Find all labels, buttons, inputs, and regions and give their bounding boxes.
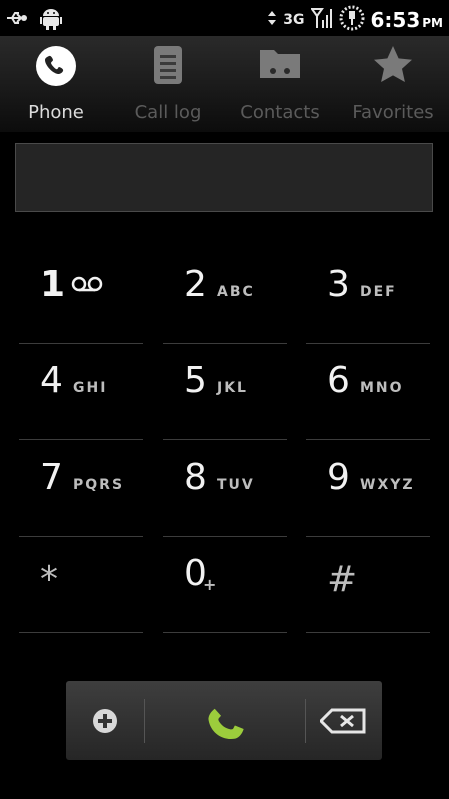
key-letters: MNO <box>360 380 404 396</box>
key-divider <box>163 632 287 633</box>
backspace-icon <box>318 708 366 738</box>
key-5[interactable]: 5 JKL <box>163 344 287 440</box>
key-0[interactable]: 0 + <box>163 537 287 633</box>
dialer-action-bar <box>66 681 382 760</box>
tab-label: Contacts <box>240 102 320 123</box>
key-divider <box>19 439 143 440</box>
call-icon <box>201 697 251 749</box>
contacts-icon <box>258 44 302 84</box>
key-letters: ABC <box>217 284 255 300</box>
key-star[interactable]: * <box>19 537 143 633</box>
key-divider <box>306 439 430 440</box>
key-letters: GHI <box>73 380 108 396</box>
star-icon <box>372 44 414 88</box>
key-letters: PQRS <box>73 477 125 493</box>
status-bar: 3G 6:53 PM <box>0 0 449 36</box>
call-button[interactable] <box>145 681 305 760</box>
key-letters: TUV <box>217 477 255 493</box>
android-debug-icon <box>40 6 62 34</box>
key-digit: * <box>40 559 58 600</box>
tab-bar: Phone Call log Contacts Favorites <box>0 36 449 132</box>
tab-label: Favorites <box>352 102 434 123</box>
data-arrows-icon <box>267 10 277 30</box>
key-divider <box>163 439 287 440</box>
key-digit: 9 <box>327 457 350 498</box>
tab-label: Call log <box>134 102 202 123</box>
battery-charging-icon <box>339 5 365 35</box>
key-letters: + <box>203 575 219 594</box>
key-2[interactable]: 2 ABC <box>163 248 287 344</box>
key-1[interactable]: 1 <box>19 248 143 344</box>
tab-label: Phone <box>28 102 84 123</box>
network-type: 3G <box>283 12 305 28</box>
key-digit: 4 <box>40 360 63 401</box>
key-6[interactable]: 6 MNO <box>306 344 430 440</box>
key-digit: # <box>327 559 358 600</box>
tab-call-log[interactable]: Call log <box>112 36 224 132</box>
key-divider <box>19 632 143 633</box>
key-digit: 6 <box>327 360 350 401</box>
key-7[interactable]: 7 PQRS <box>19 441 143 537</box>
key-3[interactable]: 3 DEF <box>306 248 430 344</box>
tab-contacts[interactable]: Contacts <box>224 36 336 132</box>
phone-icon <box>34 44 78 92</box>
clock: 6:53 PM <box>370 8 444 32</box>
key-pound[interactable]: # <box>306 537 430 633</box>
add-contact-icon <box>92 708 118 738</box>
key-letters: WXYZ <box>360 477 415 493</box>
signal-icon <box>309 7 333 33</box>
tab-favorites[interactable]: Favorites <box>337 36 449 132</box>
key-digit: 1 <box>40 264 66 305</box>
key-digit: 8 <box>184 457 207 498</box>
key-divider <box>306 632 430 633</box>
delete-button[interactable] <box>306 681 382 760</box>
key-8[interactable]: 8 TUV <box>163 441 287 537</box>
key-digit: 2 <box>184 264 207 305</box>
key-4[interactable]: 4 GHI <box>19 344 143 440</box>
key-letters: JKL <box>217 380 248 396</box>
key-digit: 7 <box>40 457 63 498</box>
key-digit: 3 <box>327 264 350 305</box>
key-digit: 5 <box>184 360 207 401</box>
usb-icon <box>6 10 28 30</box>
key-9[interactable]: 9 WXYZ <box>306 441 430 537</box>
add-contact-button[interactable] <box>66 681 144 760</box>
call-log-icon <box>150 44 186 90</box>
voicemail-icon <box>71 276 103 296</box>
key-letters: DEF <box>360 284 397 300</box>
tab-phone[interactable]: Phone <box>0 36 112 132</box>
phone-number-field[interactable] <box>15 143 433 212</box>
